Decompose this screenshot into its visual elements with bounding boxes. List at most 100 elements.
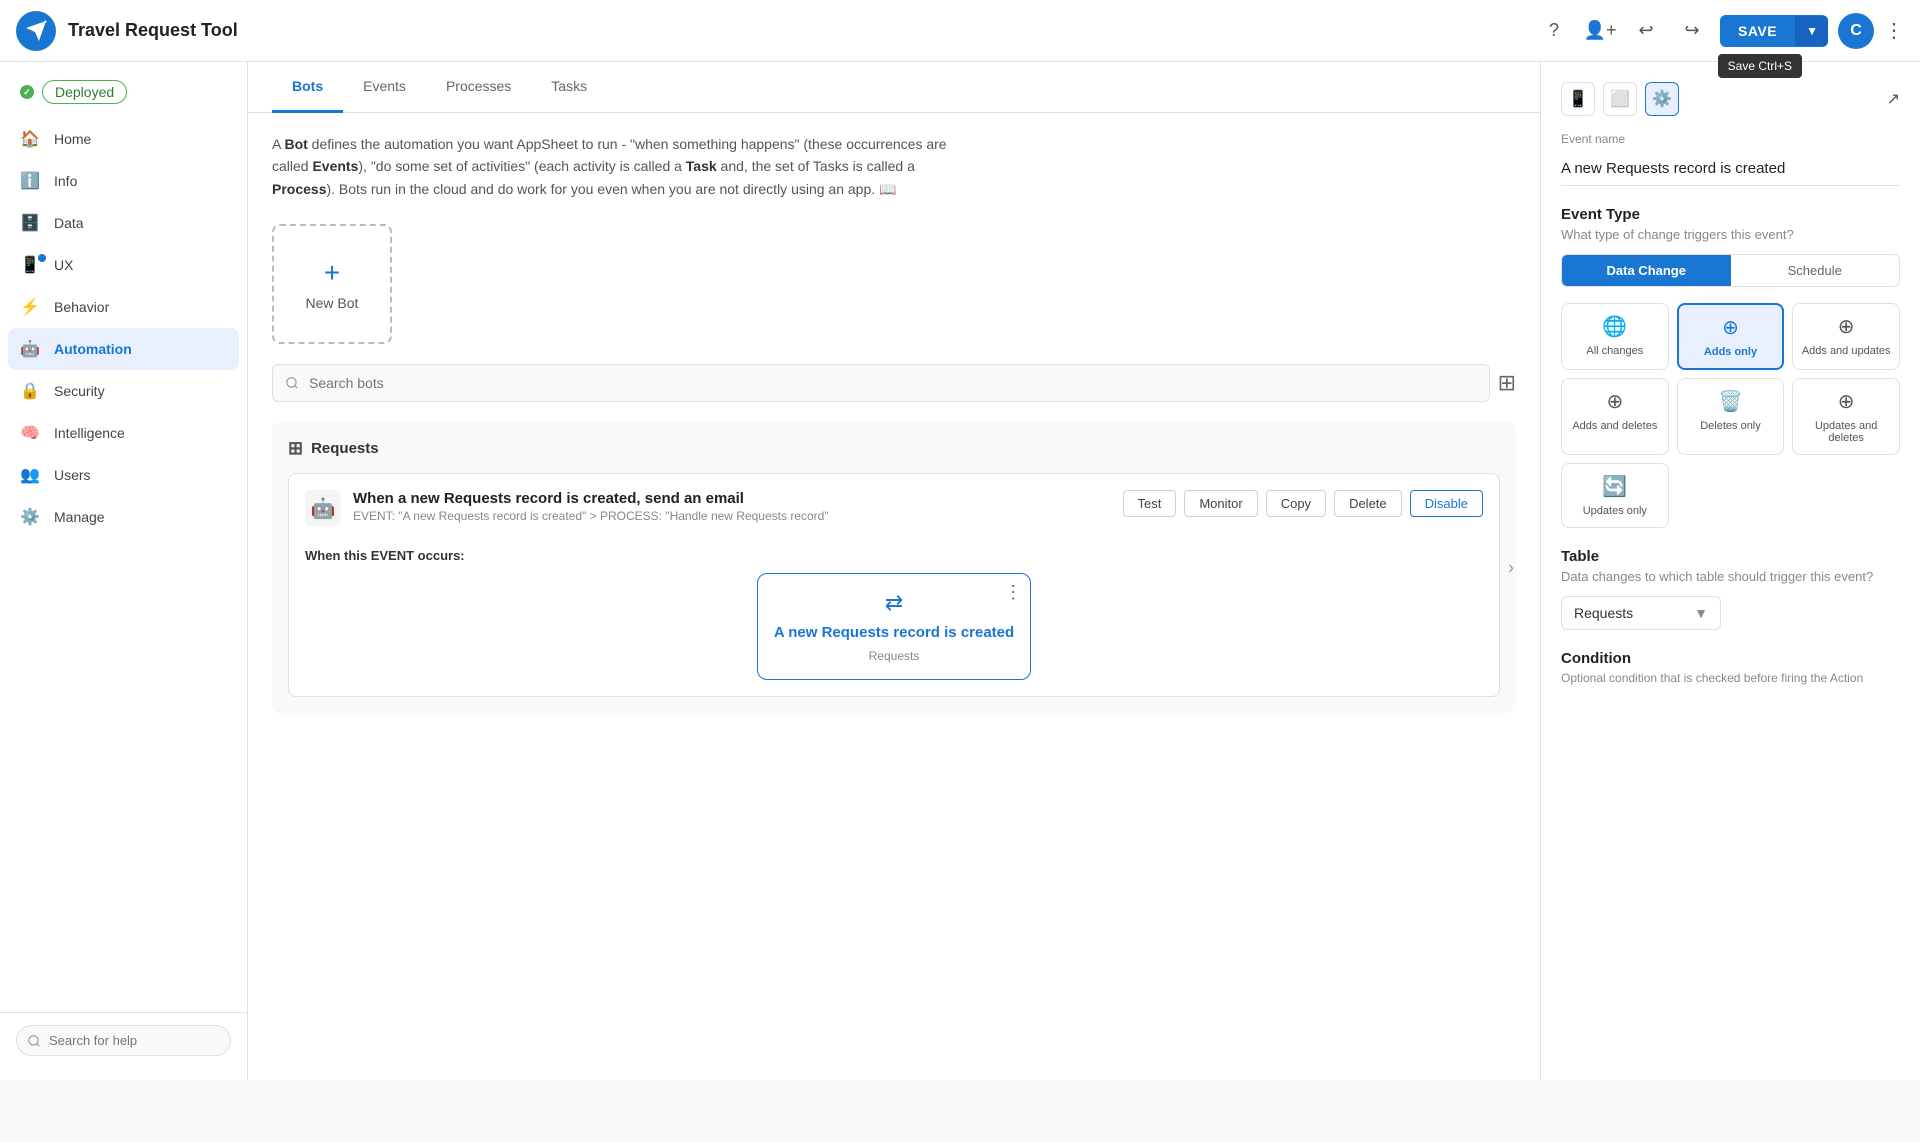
new-bot-label: New Bot (306, 295, 359, 311)
test-button[interactable]: Test (1123, 490, 1177, 517)
event-card-title: A new Requests record is created (774, 624, 1014, 641)
table-dropdown-arrow-icon: ▼ (1694, 605, 1708, 621)
bot-card-top: 🤖 When a new Requests record is created,… (305, 490, 1483, 526)
updates-deletes-icon: ⊕ (1838, 389, 1855, 414)
content-area: Bots Events Processes Tasks A Bot define… (248, 62, 1540, 1080)
rp-expand-icon[interactable]: ↗ (1887, 89, 1900, 109)
disable-button[interactable]: Disable (1410, 490, 1483, 517)
event-name-value[interactable]: A new Requests record is created (1561, 152, 1900, 186)
right-panel: 📱 ⬜ ⚙️ ↗ Event name A new Requests recor… (1540, 62, 1920, 1080)
event-card-menu-icon[interactable]: ⋮ (1004, 582, 1022, 603)
app-logo (16, 11, 56, 51)
sidebar-item-users[interactable]: 👥 Users (0, 454, 247, 496)
topbar: Travel Request Tool ? 👤+ ↩ ↪ SAVE ▼ Save… (0, 0, 1920, 62)
event-card[interactable]: ⋮ ⇄ A new Requests record is created Req… (757, 573, 1031, 680)
sidebar-item-info[interactable]: ℹ️ Info (0, 160, 247, 202)
search-bots-input[interactable] (272, 364, 1490, 402)
add-collaborator-button[interactable]: 👤+ (1582, 13, 1618, 49)
bot-card-icon: 🤖 (305, 490, 341, 526)
monitor-button[interactable]: Monitor (1184, 490, 1257, 517)
intelligence-icon: 🧠 (20, 423, 40, 443)
tabs-bar: Bots Events Processes Tasks (248, 62, 1540, 113)
app-title: Travel Request Tool (68, 20, 1524, 41)
bots-grid: + New Bot (272, 224, 1516, 344)
rp-settings-icon-btn[interactable]: ⚙️ (1645, 82, 1679, 116)
grid-view-icon[interactable]: ⊞ (1498, 370, 1516, 396)
tab-events[interactable]: Events (343, 62, 426, 113)
save-dropdown-button[interactable]: ▼ (1795, 16, 1828, 46)
sidebar-item-behavior[interactable]: ⚡ Behavior (0, 286, 247, 328)
sidebar-label-data: Data (54, 215, 84, 231)
save-tooltip: Save Ctrl+S (1718, 54, 1802, 78)
condition-section: Condition Optional condition that is che… (1561, 650, 1900, 685)
redo-button[interactable]: ↪ (1674, 13, 1710, 49)
tab-bots[interactable]: Bots (272, 62, 343, 113)
table-title: Table (1561, 548, 1900, 565)
adds-only-icon: ⊕ (1722, 315, 1739, 340)
event-type-schedule[interactable]: Schedule (1731, 255, 1900, 286)
sidebar-item-home[interactable]: 🏠 Home (0, 118, 247, 160)
save-button[interactable]: SAVE (1720, 15, 1795, 47)
updates-only-label: Updates only (1583, 505, 1647, 517)
bot-event-desc: EVENT: "A new Requests record is created… (353, 509, 1111, 523)
sidebar-item-data[interactable]: 🗄️ Data (0, 202, 247, 244)
status-text: Deployed (42, 80, 127, 104)
sidebar-item-intelligence[interactable]: 🧠 Intelligence (0, 412, 247, 454)
condition-desc: Optional condition that is checked befor… (1561, 671, 1900, 685)
search-help-area (0, 1012, 247, 1068)
all-changes-label: All changes (1586, 345, 1643, 357)
copy-button[interactable]: Copy (1266, 490, 1326, 517)
sidebar-item-security[interactable]: 🔒 Security (0, 370, 247, 412)
deletes-only-icon: 🗑️ (1718, 389, 1743, 414)
tab-tasks[interactable]: Tasks (531, 62, 607, 113)
bots-description: A Bot defines the automation you want Ap… (272, 133, 952, 200)
event-label: When this EVENT occurs: (305, 548, 1483, 563)
change-type-adds-deletes[interactable]: ⊕ Adds and deletes (1561, 378, 1669, 455)
table-subtitle: Data changes to which table should trigg… (1561, 569, 1900, 584)
avatar[interactable]: C (1838, 13, 1874, 49)
condition-title: Condition (1561, 650, 1900, 667)
sidebar-label-home: Home (54, 131, 91, 147)
bot-card-title: When a new Requests record is created, s… (353, 490, 1111, 507)
help-button[interactable]: ? (1536, 13, 1572, 49)
home-icon: 🏠 (20, 129, 40, 149)
undo-button[interactable]: ↩ (1628, 13, 1664, 49)
event-type-tabs: Data Change Schedule (1561, 254, 1900, 287)
change-type-all[interactable]: 🌐 All changes (1561, 303, 1669, 370)
change-type-updates-only[interactable]: 🔄 Updates only (1561, 463, 1669, 528)
adds-deletes-label: Adds and deletes (1572, 420, 1657, 432)
table-dropdown[interactable]: Requests ▼ (1561, 596, 1721, 630)
sidebar-item-manage[interactable]: ⚙️ Manage (0, 496, 247, 538)
event-type-data-change[interactable]: Data Change (1562, 255, 1731, 286)
topbar-right: ? 👤+ ↩ ↪ SAVE ▼ Save Ctrl+S C ⋮ (1536, 13, 1904, 49)
sidebar-label-ux: UX (54, 257, 73, 273)
change-type-deletes-only[interactable]: 🗑️ Deletes only (1677, 378, 1785, 455)
change-type-updates-deletes[interactable]: ⊕ Updates and deletes (1792, 378, 1900, 455)
search-help-input[interactable] (16, 1025, 231, 1056)
change-type-adds-updates[interactable]: ⊕ Adds and updates (1792, 303, 1900, 370)
tab-processes[interactable]: Processes (426, 62, 531, 113)
event-card-sync-icon: ⇄ (885, 590, 903, 616)
bot-card-info: When a new Requests record is created, s… (353, 490, 1111, 523)
rp-layout-icon-btn[interactable]: ⬜ (1603, 82, 1637, 116)
adds-only-label: Adds only (1704, 346, 1757, 358)
event-name-field: Event name A new Requests record is crea… (1561, 132, 1900, 186)
event-card-subtitle: Requests (869, 649, 920, 663)
behavior-icon: ⚡ (20, 297, 40, 317)
delete-button[interactable]: Delete (1334, 490, 1402, 517)
adds-updates-label: Adds and updates (1802, 345, 1891, 357)
rp-mobile-icon-btn[interactable]: 📱 (1561, 82, 1595, 116)
new-bot-card[interactable]: + New Bot (272, 224, 392, 344)
more-menu-button[interactable]: ⋮ (1884, 18, 1904, 43)
bot-card-actions: Test Monitor Copy Delete Disable (1123, 490, 1484, 517)
ux-icon: 📱 (20, 255, 40, 275)
right-panel-icons: 📱 ⬜ ⚙️ (1561, 82, 1679, 116)
sidebar-item-automation[interactable]: 🤖 Automation (8, 328, 239, 370)
sidebar-item-ux[interactable]: 📱 UX (0, 244, 247, 286)
new-bot-plus-icon: + (324, 257, 340, 289)
scroll-indicator-icon: › (1508, 557, 1514, 578)
change-type-adds-only[interactable]: ⊕ Adds only (1677, 303, 1785, 370)
content-body: A Bot defines the automation you want Ap… (248, 113, 1540, 733)
table-section: Table Data changes to which table should… (1561, 548, 1900, 630)
requests-section-icon: ⊞ (288, 438, 303, 459)
